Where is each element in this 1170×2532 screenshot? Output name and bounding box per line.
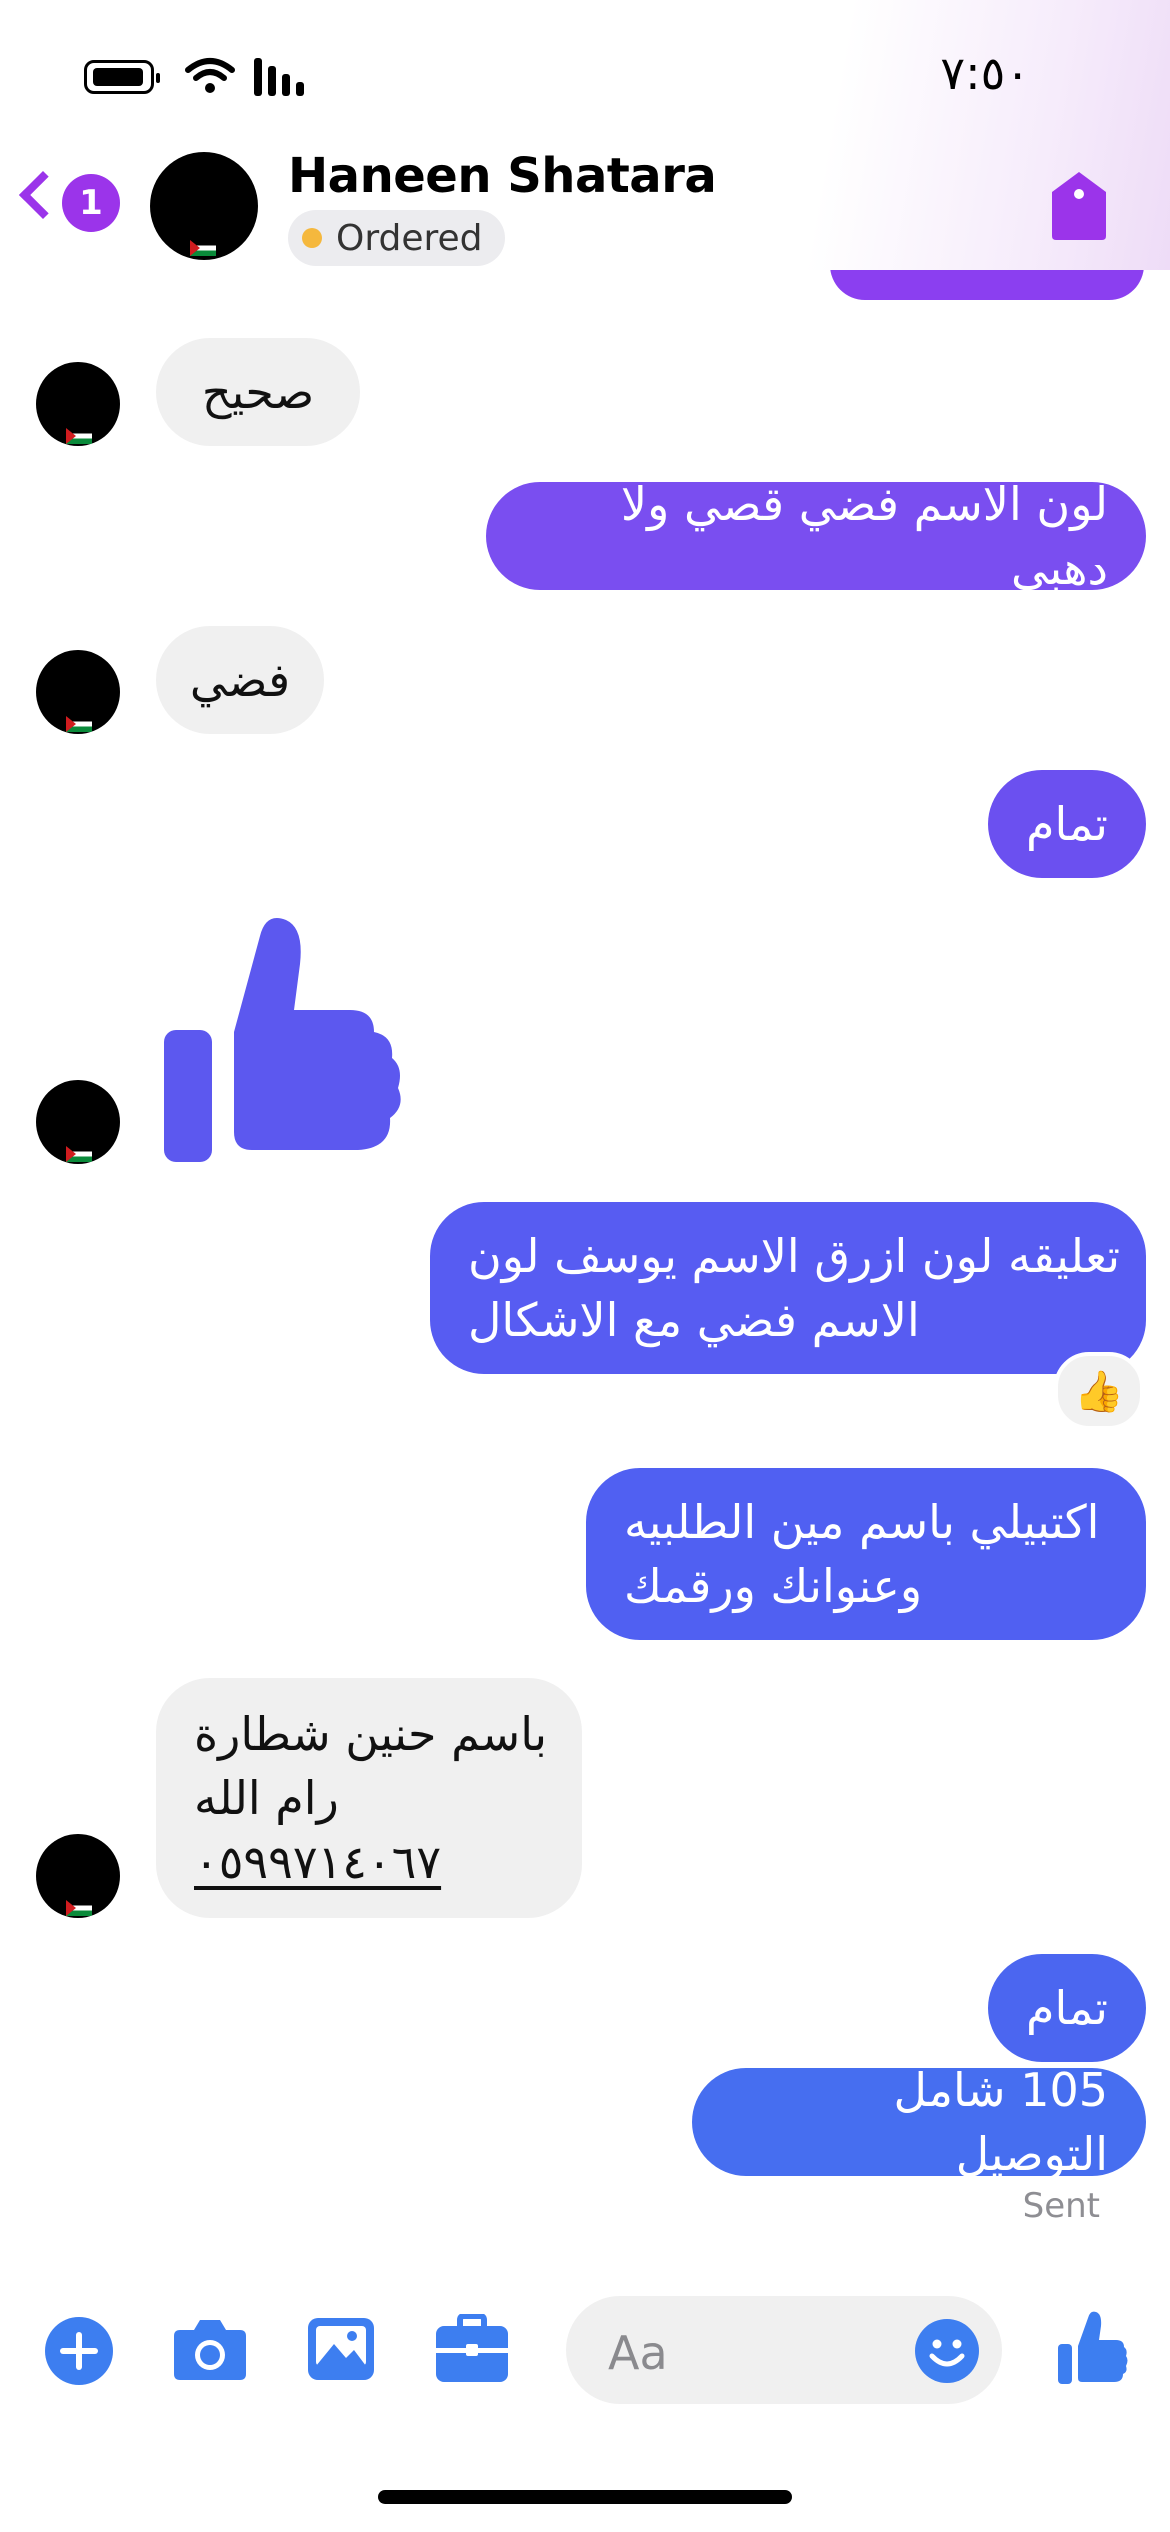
message-bubble-outgoing[interactable]: لون الاسم فضي قصي ولا دهبي — [486, 477, 1146, 595]
flag-icon — [66, 1900, 92, 1916]
conversation-header: ٧:٥٠ 1 Haneen Shatara Ordered — [0, 0, 1170, 270]
briefcase-icon[interactable] — [434, 2314, 510, 2384]
message-bubble-incoming[interactable]: صحيح — [156, 338, 360, 446]
battery-icon — [84, 60, 160, 94]
contact-name[interactable]: Haneen Shatara — [288, 148, 717, 204]
delivery-status: Sent — [1022, 2186, 1100, 2226]
reaction-badge[interactable]: 👍 — [1054, 1352, 1144, 1430]
thumbs-up-icon[interactable] — [1056, 2310, 1128, 2386]
reaction-emoji: 👍 — [1074, 1368, 1124, 1415]
message-bubble-outgoing[interactable]: 105 شامل التوصيل — [692, 2063, 1146, 2181]
status-time: ٧:٥٠ — [940, 46, 1030, 100]
emoji-icon[interactable] — [914, 2318, 980, 2384]
sender-avatar[interactable] — [36, 650, 120, 734]
message-bubble-outgoing[interactable]: تعليقه لون ازرق الاسم يوسف لون الاسم فضي… — [430, 1202, 1146, 1374]
message-line: اكتبيلي باسم مين الطلبيه — [624, 1495, 1100, 1549]
sender-avatar[interactable] — [36, 362, 120, 446]
message-bubble-outgoing[interactable]: اكتبيلي باسم مين الطلبيه وعنوانك ورقمك — [586, 1468, 1146, 1640]
plus-icon[interactable] — [44, 2316, 114, 2386]
message-line: الاسم فضي مع الاشكال — [468, 1293, 920, 1347]
message-bubble-incoming[interactable]: فضي — [156, 626, 324, 734]
back-chevron-icon[interactable] — [18, 170, 68, 220]
flag-icon — [66, 716, 92, 732]
status-dot-icon — [302, 228, 322, 248]
unread-badge[interactable]: 1 — [62, 174, 120, 232]
message-bubble-outgoing[interactable]: تمام — [988, 770, 1146, 878]
camera-icon[interactable] — [172, 2316, 248, 2382]
status-label: Ordered — [336, 217, 483, 259]
message-line: رام الله — [194, 1771, 339, 1825]
flag-icon — [66, 1146, 92, 1162]
message-line: وعنوانك ورقمك — [624, 1559, 923, 1613]
sender-avatar[interactable] — [36, 1834, 120, 1918]
home-indicator — [378, 2490, 792, 2504]
message-bubble-outgoing[interactable]: تمام — [988, 1954, 1146, 2062]
message-bubble-incoming[interactable]: باسم حنين شطارة رام الله ٠٥٩٩٧١٤٠٦٧ — [156, 1678, 582, 1918]
message-input-placeholder: Aa — [608, 2326, 668, 2380]
wifi-icon — [185, 58, 235, 93]
message-line: تعليقه لون ازرق الاسم يوسف لون — [468, 1229, 1121, 1283]
signal-icon — [254, 58, 304, 96]
message-line: باسم حنين شطارة — [194, 1707, 548, 1761]
phone-number-link[interactable]: ٠٥٩٩٧١٤٠٦٧ — [194, 1830, 441, 1894]
flag-icon — [66, 428, 92, 444]
status-badge[interactable]: Ordered — [288, 210, 505, 266]
contact-avatar[interactable] — [150, 152, 258, 260]
flag-icon — [190, 240, 216, 256]
gallery-icon[interactable] — [306, 2316, 376, 2382]
thumbs-up-icon[interactable] — [162, 912, 402, 1164]
sender-avatar[interactable] — [36, 1080, 120, 1164]
tag-icon[interactable] — [1050, 170, 1108, 242]
